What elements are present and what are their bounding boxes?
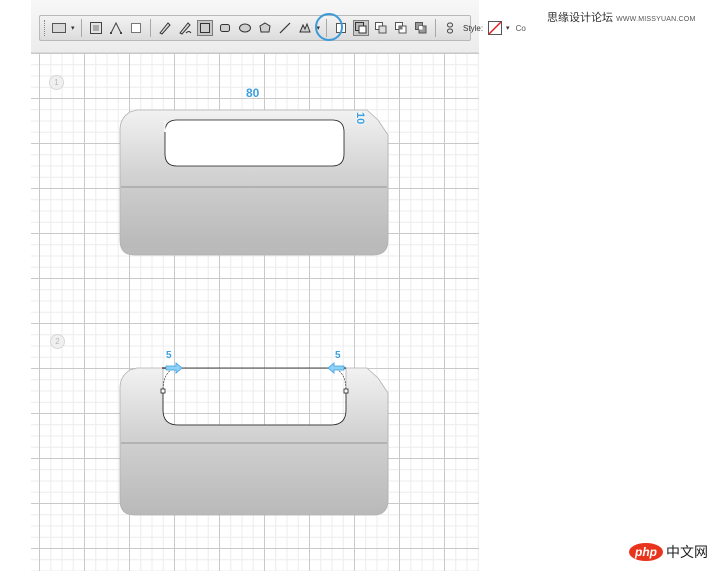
php-logo-badge: php <box>629 543 663 561</box>
php-logo: php 中文网 <box>629 542 708 562</box>
php-logo-text: 中文网 <box>666 544 708 560</box>
handle-shape-step-2 <box>119 367 389 516</box>
cutout-path-step-2 <box>162 391 347 426</box>
anchor-point[interactable] <box>343 388 349 394</box>
handle-shape-step-1 <box>119 109 389 256</box>
right-offset-label: 5 <box>335 350 341 361</box>
left-offset-label: 5 <box>166 350 172 361</box>
width-dimension-label: 80 <box>246 86 260 100</box>
anchor-point[interactable] <box>160 388 166 394</box>
arrow-left-icon <box>327 362 345 374</box>
handle-seam-line <box>121 186 387 188</box>
illustration-layer <box>119 109 389 516</box>
height-dimension-label: 10 <box>354 112 366 125</box>
arrow-right-icon <box>165 362 183 374</box>
cutout-path-step-1 <box>164 119 345 167</box>
handle-seam-line <box>121 442 387 444</box>
